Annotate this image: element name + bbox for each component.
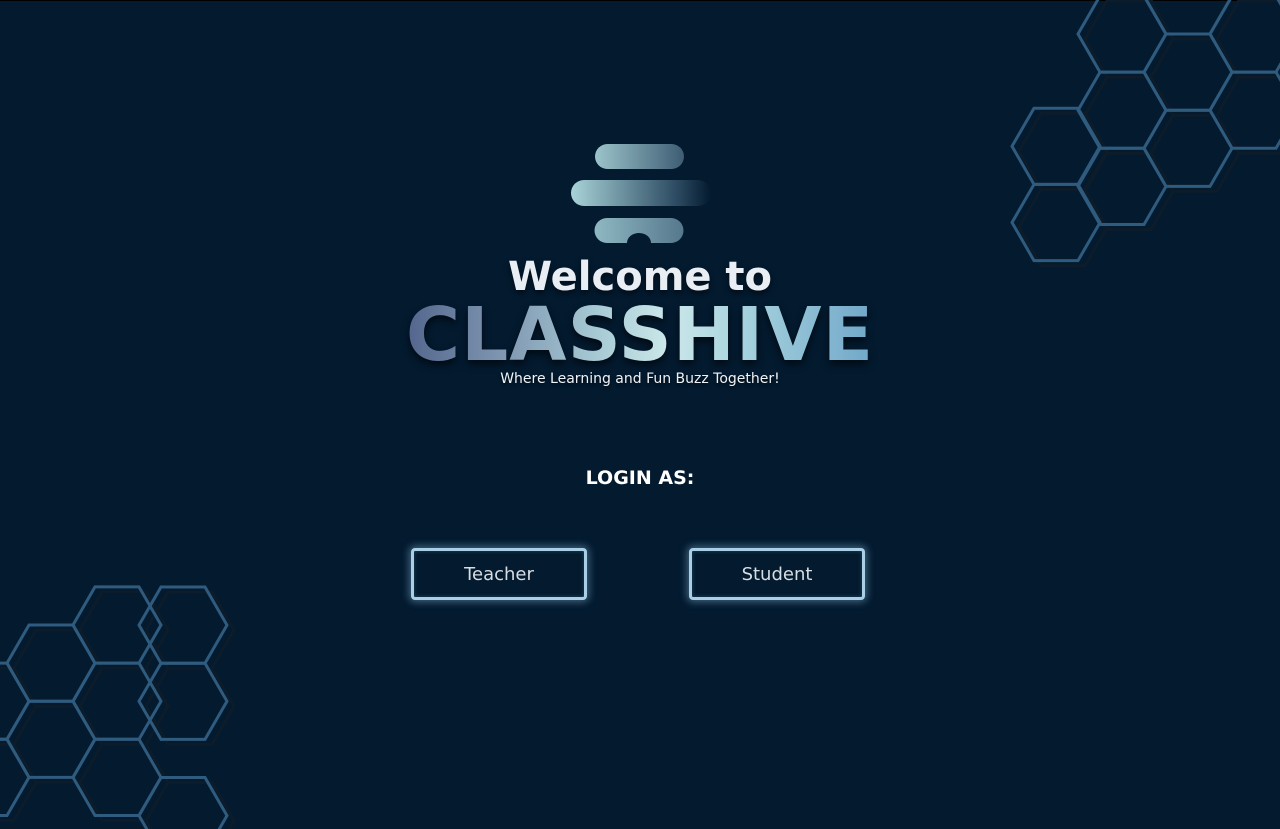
tagline: Where Learning and Fun Buzz Together! — [500, 371, 780, 387]
classhive-logo-icon — [571, 144, 711, 243]
teacher-login-button[interactable]: Teacher — [411, 548, 587, 600]
teacher-button-label: Teacher — [464, 563, 534, 585]
hexagon-pattern-bottom-left — [0, 585, 236, 829]
login-as-label: LOGIN AS: — [585, 467, 695, 489]
landing-page: Welcome to CLASSHIVE Where Learning and … — [0, 0, 1280, 829]
hexagon-pattern-top-right — [1010, 0, 1280, 268]
student-login-button[interactable]: Student — [689, 548, 865, 600]
brand-title-container: CLASSHIVE — [0, 292, 1280, 378]
student-button-label: Student — [741, 563, 813, 585]
brand-title: CLASSHIVE — [405, 292, 875, 378]
